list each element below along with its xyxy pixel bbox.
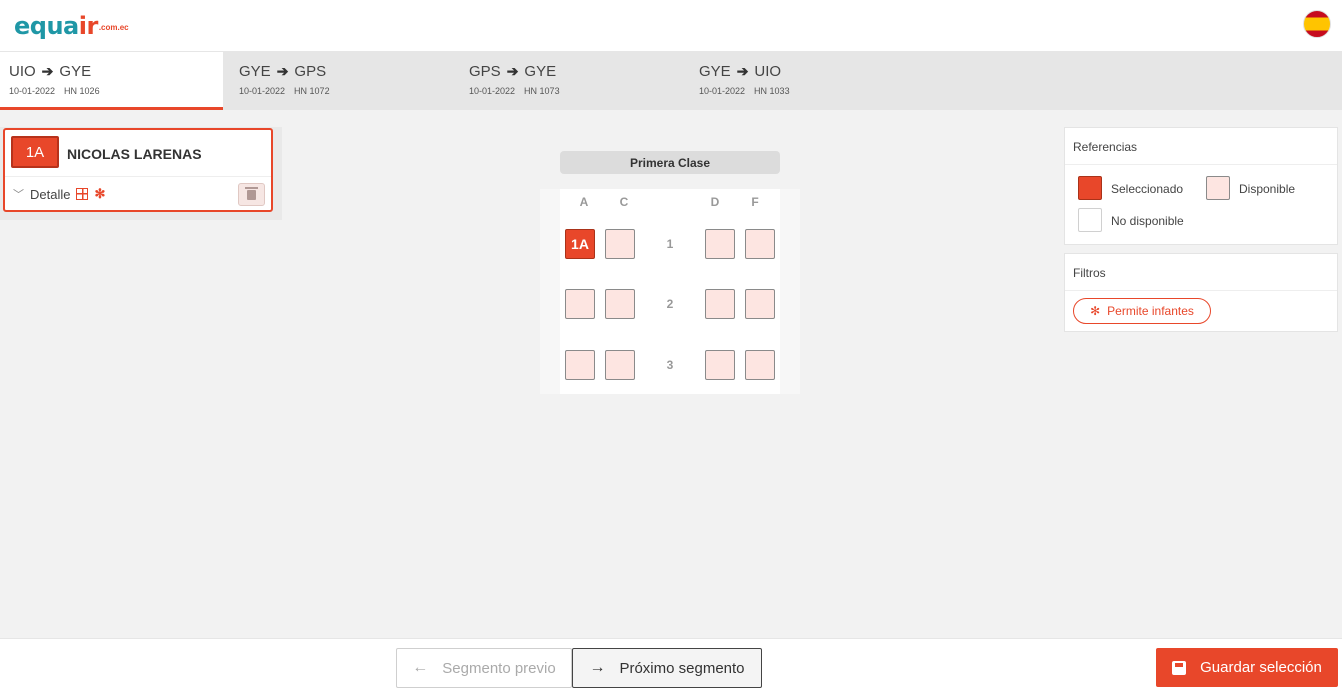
passenger-panel: 1A NICOLAS LARENAS ﹀ Detalle ✻ (0, 127, 282, 220)
passenger-card[interactable]: 1A NICOLAS LARENAS ﹀ Detalle ✻ (3, 128, 273, 212)
row-number-1: 1 (666, 237, 674, 251)
legend-unavailable-label: No disponible (1111, 214, 1184, 228)
legend-available-swatch (1206, 176, 1230, 200)
tab-route: GPS ➔ GYE (469, 63, 557, 80)
legend-unavailable-swatch (1078, 208, 1102, 232)
tab-route: UIO ➔ GYE (9, 63, 92, 80)
seat-3d[interactable] (705, 350, 735, 380)
tab-segment-3[interactable]: GPS ➔ GYE 10-01-2022 HN 1073 (460, 52, 683, 110)
arrow-right-icon: ➔ (736, 63, 749, 79)
filters-title: Filtros (1073, 266, 1106, 280)
filter-infants-button[interactable]: ✻ Permite infantes (1073, 298, 1211, 324)
seat-1d[interactable] (705, 229, 735, 259)
seat-1f[interactable] (745, 229, 775, 259)
next-segment-label: Próximo segmento (619, 659, 745, 677)
seat-2a[interactable] (565, 289, 595, 319)
tab-route: GYE ➔ GPS (239, 63, 327, 80)
tab-meta: 10-01-2022 HN 1072 (239, 86, 330, 96)
tab-meta: 10-01-2022 HN 1073 (469, 86, 560, 96)
seat-3f[interactable] (745, 350, 775, 380)
equair-logo[interactable]: equair .com.ec (14, 10, 129, 40)
tab-meta: 10-01-2022 HN 1033 (699, 86, 790, 96)
app-header: equair .com.ec (0, 0, 1342, 52)
legend-selected-label: Seleccionado (1111, 182, 1184, 196)
next-segment-button[interactable]: → Próximo segmento (572, 648, 762, 688)
divider (1065, 164, 1337, 165)
detail-toggle[interactable]: ﹀ Detalle ✻ (13, 186, 105, 202)
logo-text: equair (14, 12, 98, 40)
infant-icon: ✻ (94, 186, 106, 201)
row-number-3: 3 (666, 358, 674, 372)
chevron-down-icon: ﹀ (13, 189, 24, 201)
tab-meta: 10-01-2022 HN 1026 (9, 86, 100, 96)
tab-segment-1[interactable]: UIO ➔ GYE 10-01-2022 HN 1026 (0, 52, 223, 110)
previous-segment-label: Segmento previo (442, 659, 556, 677)
column-header-f: F (751, 195, 759, 209)
seat-1a[interactable]: 1A (565, 229, 595, 259)
cabin-label: Primera Clase (560, 151, 780, 174)
tab-segment-2[interactable]: GYE ➔ GPS 10-01-2022 HN 1072 (230, 52, 453, 110)
seat-2d[interactable] (705, 289, 735, 319)
row-number-2: 2 (666, 297, 674, 311)
divider (5, 176, 271, 177)
arrow-left-icon: ← (412, 659, 429, 676)
filter-infants-label: Permite infantes (1107, 304, 1194, 318)
passenger-name: NICOLAS LARENAS (67, 146, 202, 162)
infant-icon: ✻ (1090, 304, 1101, 318)
tab-segment-4[interactable]: GYE ➔ UIO 10-01-2022 HN 1033 (690, 52, 913, 110)
arrow-right-icon: ➔ (276, 63, 289, 79)
save-selection-button[interactable]: Guardar selección (1156, 648, 1338, 687)
column-header-d: D (710, 195, 720, 209)
trash-icon (245, 186, 258, 200)
divider (1065, 290, 1337, 291)
seat-2f[interactable] (745, 289, 775, 319)
delete-seat-button[interactable] (238, 183, 265, 206)
seat-3a[interactable] (565, 350, 595, 380)
seat-grid-icon (76, 188, 89, 200)
segment-tabs: UIO ➔ GYE 10-01-2022 HN 1026 GYE ➔ GPS 10-01-… (0, 52, 1342, 110)
spain-flag-icon[interactable] (1303, 10, 1331, 38)
column-header-c: C (619, 195, 629, 209)
seat-1c[interactable] (605, 229, 635, 259)
references-panel: Referencias Seleccionado Disponible No d… (1064, 127, 1338, 245)
passenger-seat-badge: 1A (11, 136, 59, 168)
arrow-right-icon: ➔ (41, 63, 54, 79)
logo-suffix: .com.ec (98, 23, 129, 32)
save-selection-label: Guardar selección (1200, 659, 1322, 676)
references-title: Referencias (1073, 140, 1138, 154)
save-icon (1172, 660, 1187, 675)
arrow-right-icon: → (589, 659, 606, 676)
arrow-right-icon: ➔ (506, 63, 519, 79)
seat-3c[interactable] (605, 350, 635, 380)
column-header-a: A (579, 195, 589, 209)
legend-selected-swatch (1078, 176, 1102, 200)
detail-label: Detalle (30, 186, 71, 202)
seat-2c[interactable] (605, 289, 635, 319)
tab-route: GYE ➔ UIO (699, 63, 782, 80)
previous-segment-button[interactable]: ← Segmento previo (396, 648, 572, 688)
legend-available-label: Disponible (1239, 182, 1296, 196)
footer-bar: ← Segmento previo → Próximo segmento Gua… (0, 638, 1342, 690)
filters-panel: Filtros ✻ Permite infantes (1064, 253, 1338, 332)
